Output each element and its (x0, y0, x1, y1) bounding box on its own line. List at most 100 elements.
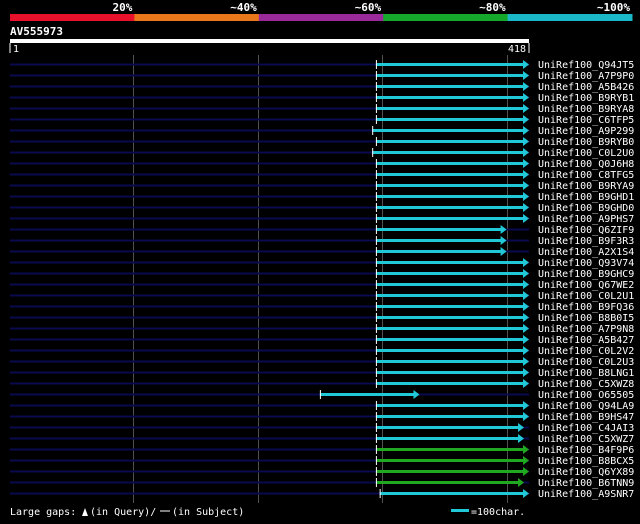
hit-row[interactable]: UniRef100_B9RYA9 (10, 181, 634, 192)
hit-arrow-icon (523, 412, 529, 421)
hit-row[interactable]: UniRef100_A9P299 (10, 126, 634, 137)
hit-label[interactable]: UniRef100_C5XWZ8 (538, 379, 634, 390)
query-name: AV555973 (10, 25, 63, 38)
hit-label[interactable]: UniRef100_C4JAI3 (538, 423, 634, 434)
hit-label[interactable]: UniRef100_Q6ZIF9 (538, 225, 634, 236)
hit-label[interactable]: UniRef100_B6TNN9 (538, 478, 634, 489)
hit-row[interactable]: UniRef100_B8B0I5 (10, 313, 634, 324)
hit-row[interactable]: UniRef100_C8TFG5 (10, 170, 634, 181)
hit-row[interactable]: UniRef100_C5XWZ8 (10, 379, 634, 390)
hit-row[interactable]: UniRef100_Q94JT5 (10, 60, 634, 71)
hit-row[interactable]: UniRef100_B9RYB1 (10, 93, 634, 104)
hit-row[interactable]: UniRef100_B9GHD0 (10, 203, 634, 214)
hit-row[interactable]: UniRef100_A5B426 (10, 82, 634, 93)
hit-row[interactable]: UniRef100_B9HS47 (10, 412, 634, 423)
hit-row[interactable]: UniRef100_A9SNR7 (10, 489, 634, 500)
hit-row[interactable]: UniRef100_Q93V74 (10, 258, 634, 269)
hit-label[interactable]: UniRef100_A7P9P0 (538, 71, 634, 82)
hit-label[interactable]: UniRef100_B9RYA9 (538, 181, 634, 192)
hit-arrow-icon (500, 225, 507, 234)
hit-row[interactable]: UniRef100_Q94LA9 (10, 401, 634, 412)
hit-row[interactable]: UniRef100_B4F9P6 (10, 445, 634, 456)
hit-label[interactable]: UniRef100_C5XWZ7 (538, 434, 634, 445)
hit-label[interactable]: UniRef100_Q94JT5 (538, 60, 634, 71)
hit-arrow-icon (500, 247, 507, 256)
hit-label[interactable]: UniRef100_B9RYB0 (538, 137, 634, 148)
hit-label[interactable]: UniRef100_B8BCX5 (538, 456, 634, 467)
hit-label[interactable]: UniRef100_A7P9N8 (538, 324, 634, 335)
hit-row[interactable]: UniRef100_C0L2U0 (10, 148, 634, 159)
hit-label[interactable]: UniRef100_A2X1S4 (538, 247, 634, 258)
hit-row[interactable]: UniRef100_B9GHD1 (10, 192, 634, 203)
hit-arrow-icon (523, 280, 529, 289)
hit-bar (375, 107, 524, 110)
hit-label[interactable]: UniRef100_A5B427 (538, 335, 634, 346)
hit-label[interactable]: UniRef100_C6TFP5 (538, 115, 634, 126)
hit-arrow-icon (523, 401, 529, 410)
hit-row[interactable]: UniRef100_Q6YX89 (10, 467, 634, 478)
hit-label[interactable]: UniRef100_B8B0I5 (538, 313, 634, 324)
hit-label[interactable]: UniRef100_Q0J6H8 (538, 159, 634, 170)
hit-label[interactable]: UniRef100_B9GHD0 (538, 203, 634, 214)
hit-bar (375, 283, 524, 286)
hit-row[interactable]: UniRef100_C0L2U1 (10, 291, 634, 302)
hit-row[interactable]: UniRef100_B8BCX5 (10, 456, 634, 467)
hit-label[interactable]: UniRef100_C8TFG5 (538, 170, 634, 181)
hit-row[interactable]: UniRef100_C0L2V2 (10, 346, 634, 357)
hit-row[interactable]: UniRef100_A5B427 (10, 335, 634, 346)
hit-label[interactable]: UniRef100_B9GHD1 (538, 192, 634, 203)
hit-label[interactable]: UniRef100_O65505 (538, 390, 634, 401)
hit-row[interactable]: UniRef100_A7P9P0 (10, 71, 634, 82)
hit-label[interactable]: UniRef100_B9GHC9 (538, 269, 634, 280)
scale-label: ~40% (230, 1, 257, 14)
scale-label: 20% (113, 1, 133, 14)
hit-bar (375, 195, 524, 198)
hit-row[interactable]: UniRef100_C6TFP5 (10, 115, 634, 126)
hit-label[interactable]: UniRef100_B9RYB1 (538, 93, 634, 104)
hit-row[interactable]: UniRef100_B9GHC9 (10, 269, 634, 280)
hit-label[interactable]: UniRef100_B4F9P6 (538, 445, 634, 456)
hit-label[interactable]: UniRef100_B9F3R3 (538, 236, 634, 247)
hit-label[interactable]: UniRef100_B9FQ36 (538, 302, 634, 313)
hit-arrow-icon (523, 379, 529, 388)
hit-row[interactable]: UniRef100_Q0J6H8 (10, 159, 634, 170)
hit-label[interactable]: UniRef100_Q6YX89 (538, 467, 634, 478)
hit-row[interactable]: UniRef100_B9RYB0 (10, 137, 634, 148)
hit-row[interactable]: UniRef100_C4JAI3 (10, 423, 634, 434)
hit-arrow-icon (523, 115, 529, 124)
hit-bar (375, 162, 524, 165)
hit-label[interactable]: UniRef100_B9HS47 (538, 412, 634, 423)
hit-row[interactable]: UniRef100_B9F3R3 (10, 236, 634, 247)
hit-label[interactable]: UniRef100_B9RYA8 (538, 104, 634, 115)
hit-row[interactable]: UniRef100_Q67WE2 (10, 280, 634, 291)
hit-label[interactable]: UniRef100_C0L2U3 (538, 357, 634, 368)
hit-label[interactable]: UniRef100_A9SNR7 (538, 489, 634, 500)
hit-row[interactable]: UniRef100_B8LNG1 (10, 368, 634, 379)
hit-arrow-icon (523, 203, 529, 212)
hit-label[interactable]: UniRef100_A9PHS7 (538, 214, 634, 225)
hit-arrow-icon (523, 82, 529, 91)
hit-label[interactable]: UniRef100_C0L2V2 (538, 346, 634, 357)
hit-row[interactable]: UniRef100_B6TNN9 (10, 478, 634, 489)
hit-row[interactable]: UniRef100_A9PHS7 (10, 214, 634, 225)
hit-bar (375, 74, 524, 77)
hit-row[interactable]: UniRef100_B9RYA8 (10, 104, 634, 115)
hit-row[interactable]: UniRef100_O65505 (10, 390, 634, 401)
hit-row[interactable]: UniRef100_C0L2U3 (10, 357, 634, 368)
hit-label[interactable]: UniRef100_Q67WE2 (538, 280, 634, 291)
hit-row[interactable]: UniRef100_C5XWZ7 (10, 434, 634, 445)
hit-label[interactable]: UniRef100_Q93V74 (538, 258, 634, 269)
hit-arrow-icon (523, 170, 529, 179)
hit-row[interactable]: UniRef100_B9FQ36 (10, 302, 634, 313)
hit-row[interactable]: UniRef100_A2X1S4 (10, 247, 634, 258)
hit-label[interactable]: UniRef100_B8LNG1 (538, 368, 634, 379)
hit-label[interactable]: UniRef100_Q94LA9 (538, 401, 634, 412)
hit-label[interactable]: UniRef100_C0L2U0 (538, 148, 634, 159)
hit-row[interactable]: UniRef100_A7P9N8 (10, 324, 634, 335)
hit-arrow-icon (523, 269, 529, 278)
query-ruler: 1 418 (9, 39, 530, 55)
hit-label[interactable]: UniRef100_A5B426 (538, 82, 634, 93)
hit-label[interactable]: UniRef100_A9P299 (538, 126, 634, 137)
hit-row[interactable]: UniRef100_Q6ZIF9 (10, 225, 634, 236)
hit-label[interactable]: UniRef100_C0L2U1 (538, 291, 634, 302)
